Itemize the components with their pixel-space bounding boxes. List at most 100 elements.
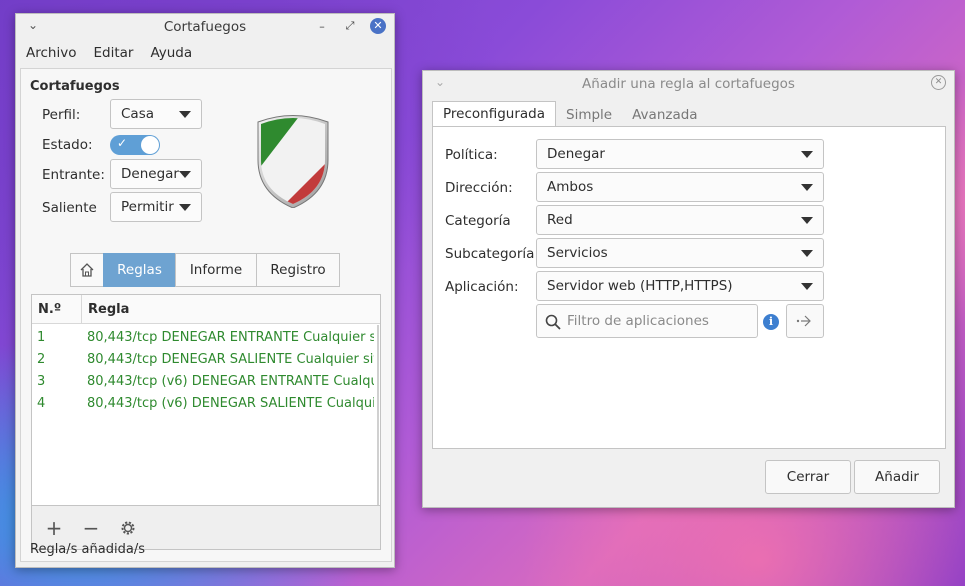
chevron-down-icon	[179, 204, 191, 211]
rule-text: 80,443/tcp DENEGAR SALIENTE Cualquier si…	[87, 351, 374, 367]
rule-number: 1	[37, 329, 46, 345]
rule-number: 3	[37, 373, 46, 389]
info-icon[interactable]: i	[763, 314, 779, 330]
rules-table: N.º Regla 1 80,443/tcp DENEGAR ENTRANTE …	[31, 294, 381, 506]
status-toggle[interactable]: ✓	[110, 135, 160, 155]
title-bar[interactable]: ⌄ Cortafuegos – ⤢ ✕	[16, 14, 394, 40]
table-row[interactable]: 4 80,443/tcp (v6) DENEGAR SALIENTE Cualq…	[32, 392, 380, 414]
add-button-label: Añadir	[875, 469, 919, 485]
category-label: Categoría	[445, 213, 511, 229]
tab-simple[interactable]: Simple	[556, 103, 622, 127]
menu-ayuda[interactable]: Ayuda	[150, 45, 192, 61]
status-label: Estado:	[42, 137, 93, 153]
arrow-right-icon	[796, 315, 811, 327]
dialog-tabs: Preconfigurada Simple Avanzada	[432, 101, 708, 127]
add-rule-dialog: ⌄ Añadir una regla al cortafuegos ✕ Prec…	[422, 70, 955, 508]
outgoing-value: Permitir	[121, 199, 174, 215]
menu-archivo[interactable]: Archivo	[26, 45, 76, 61]
application-label: Aplicación:	[445, 279, 519, 295]
outgoing-select[interactable]: Permitir	[110, 192, 202, 222]
category-value: Red	[547, 212, 573, 228]
remove-rule-icon[interactable]: −	[77, 514, 105, 542]
profile-label: Perfil:	[42, 107, 81, 123]
chevron-down-icon	[801, 184, 813, 191]
dialog-title: Añadir una regla al cortafuegos	[582, 76, 795, 92]
add-button[interactable]: Añadir	[854, 460, 940, 494]
direction-label: Dirección:	[445, 180, 513, 196]
firewall-panel: Cortafuegos Perfil: Casa Estado: ✓ Entra…	[20, 68, 392, 562]
window-title: Cortafuegos	[163, 19, 247, 35]
cancel-button[interactable]: Cerrar	[765, 460, 851, 494]
tab-reglas-label: Reglas	[117, 262, 162, 278]
tab-informe-label: Informe	[189, 262, 243, 278]
app-filter-placeholder: Filtro de aplicaciones	[567, 313, 709, 329]
rule-text: 80,443/tcp DENEGAR ENTRANTE Cualquier si…	[87, 329, 374, 345]
status-bar-text: Regla/s añadida/s	[30, 542, 145, 557]
tab-informe[interactable]: Informe	[175, 253, 257, 287]
firewall-window: ⌄ Cortafuegos – ⤢ ✕ Archivo Editar Ayuda…	[15, 13, 395, 568]
app-filter-input[interactable]: Filtro de aplicaciones	[536, 304, 758, 338]
column-header-number[interactable]: N.º	[32, 295, 82, 323]
profile-select[interactable]: Casa	[110, 99, 202, 129]
go-to-app-button[interactable]	[786, 304, 824, 338]
tab-home[interactable]	[70, 253, 104, 287]
table-row[interactable]: 3 80,443/tcp (v6) DENEGAR ENTRANTE Cualq…	[32, 370, 380, 392]
policy-select[interactable]: Denegar	[536, 139, 824, 169]
tab-avanzada[interactable]: Avanzada	[622, 103, 707, 127]
column-header-rule[interactable]: Regla	[82, 302, 129, 317]
rule-number: 4	[37, 395, 46, 411]
outgoing-label: Saliente	[42, 200, 97, 216]
application-select[interactable]: Servidor web (HTTP,HTTPS)	[536, 271, 824, 301]
gear-icon[interactable]	[114, 514, 142, 542]
policy-label: Política:	[445, 147, 498, 163]
rules-list: 1 80,443/tcp DENEGAR ENTRANTE Cualquier …	[32, 324, 380, 414]
window-menu-icon[interactable]: ⌄	[28, 18, 38, 32]
add-rule-icon[interactable]: +	[40, 514, 68, 542]
table-row[interactable]: 1 80,443/tcp DENEGAR ENTRANTE Cualquier …	[32, 326, 380, 348]
tab-preconfigurada[interactable]: Preconfigurada	[432, 101, 556, 127]
firewall-shield-logo	[257, 115, 329, 208]
rules-header: N.º Regla	[32, 295, 380, 324]
close-icon[interactable]: ✕	[370, 18, 386, 34]
direction-value: Ambos	[547, 179, 594, 195]
maximize-icon[interactable]: ⤢	[342, 18, 358, 34]
window-menu-icon[interactable]: ⌄	[435, 75, 445, 89]
direction-select[interactable]: Ambos	[536, 172, 824, 202]
table-row[interactable]: 2 80,443/tcp DENEGAR SALIENTE Cualquier …	[32, 348, 380, 370]
menu-bar: Archivo Editar Ayuda	[16, 40, 394, 66]
chevron-down-icon	[179, 171, 191, 178]
category-select[interactable]: Red	[536, 205, 824, 235]
chevron-down-icon	[801, 250, 813, 257]
menu-editar[interactable]: Editar	[93, 45, 133, 61]
cancel-button-label: Cerrar	[786, 469, 830, 485]
rules-scrollbar[interactable]	[377, 325, 379, 505]
search-icon	[545, 314, 561, 330]
dialog-title-bar[interactable]: ⌄ Añadir una regla al cortafuegos ✕	[423, 71, 954, 97]
chevron-down-icon	[801, 151, 813, 158]
rule-text: 80,443/tcp (v6) DENEGAR SALIENTE Cualqui…	[87, 395, 374, 411]
chevron-down-icon	[179, 111, 191, 118]
chevron-down-icon	[801, 217, 813, 224]
minimize-icon[interactable]: –	[314, 18, 330, 34]
close-icon[interactable]: ✕	[931, 75, 946, 90]
policy-value: Denegar	[547, 146, 605, 162]
subcategory-label: Subcategoría	[445, 246, 535, 262]
preconfigured-form: Política: Denegar Dirección: Ambos Categ…	[432, 126, 946, 449]
view-tabs: Reglas Informe Registro	[70, 253, 340, 287]
incoming-label: Entrante:	[42, 167, 105, 183]
chevron-down-icon	[801, 283, 813, 290]
gear-icon-shape	[121, 521, 135, 535]
rule-number: 2	[37, 351, 46, 367]
check-icon: ✓	[117, 136, 128, 150]
toggle-knob	[141, 136, 159, 154]
home-icon	[80, 263, 94, 277]
incoming-select[interactable]: Denegar	[110, 159, 202, 189]
profile-value: Casa	[121, 106, 155, 122]
tab-registro[interactable]: Registro	[256, 253, 340, 287]
tab-reglas[interactable]: Reglas	[103, 253, 176, 287]
application-value: Servidor web (HTTP,HTTPS)	[547, 278, 733, 294]
rule-text: 80,443/tcp (v6) DENEGAR ENTRANTE Cualqui…	[87, 373, 374, 389]
tab-registro-label: Registro	[270, 262, 326, 278]
subcategory-select[interactable]: Servicios	[536, 238, 824, 268]
incoming-value: Denegar	[121, 166, 179, 182]
